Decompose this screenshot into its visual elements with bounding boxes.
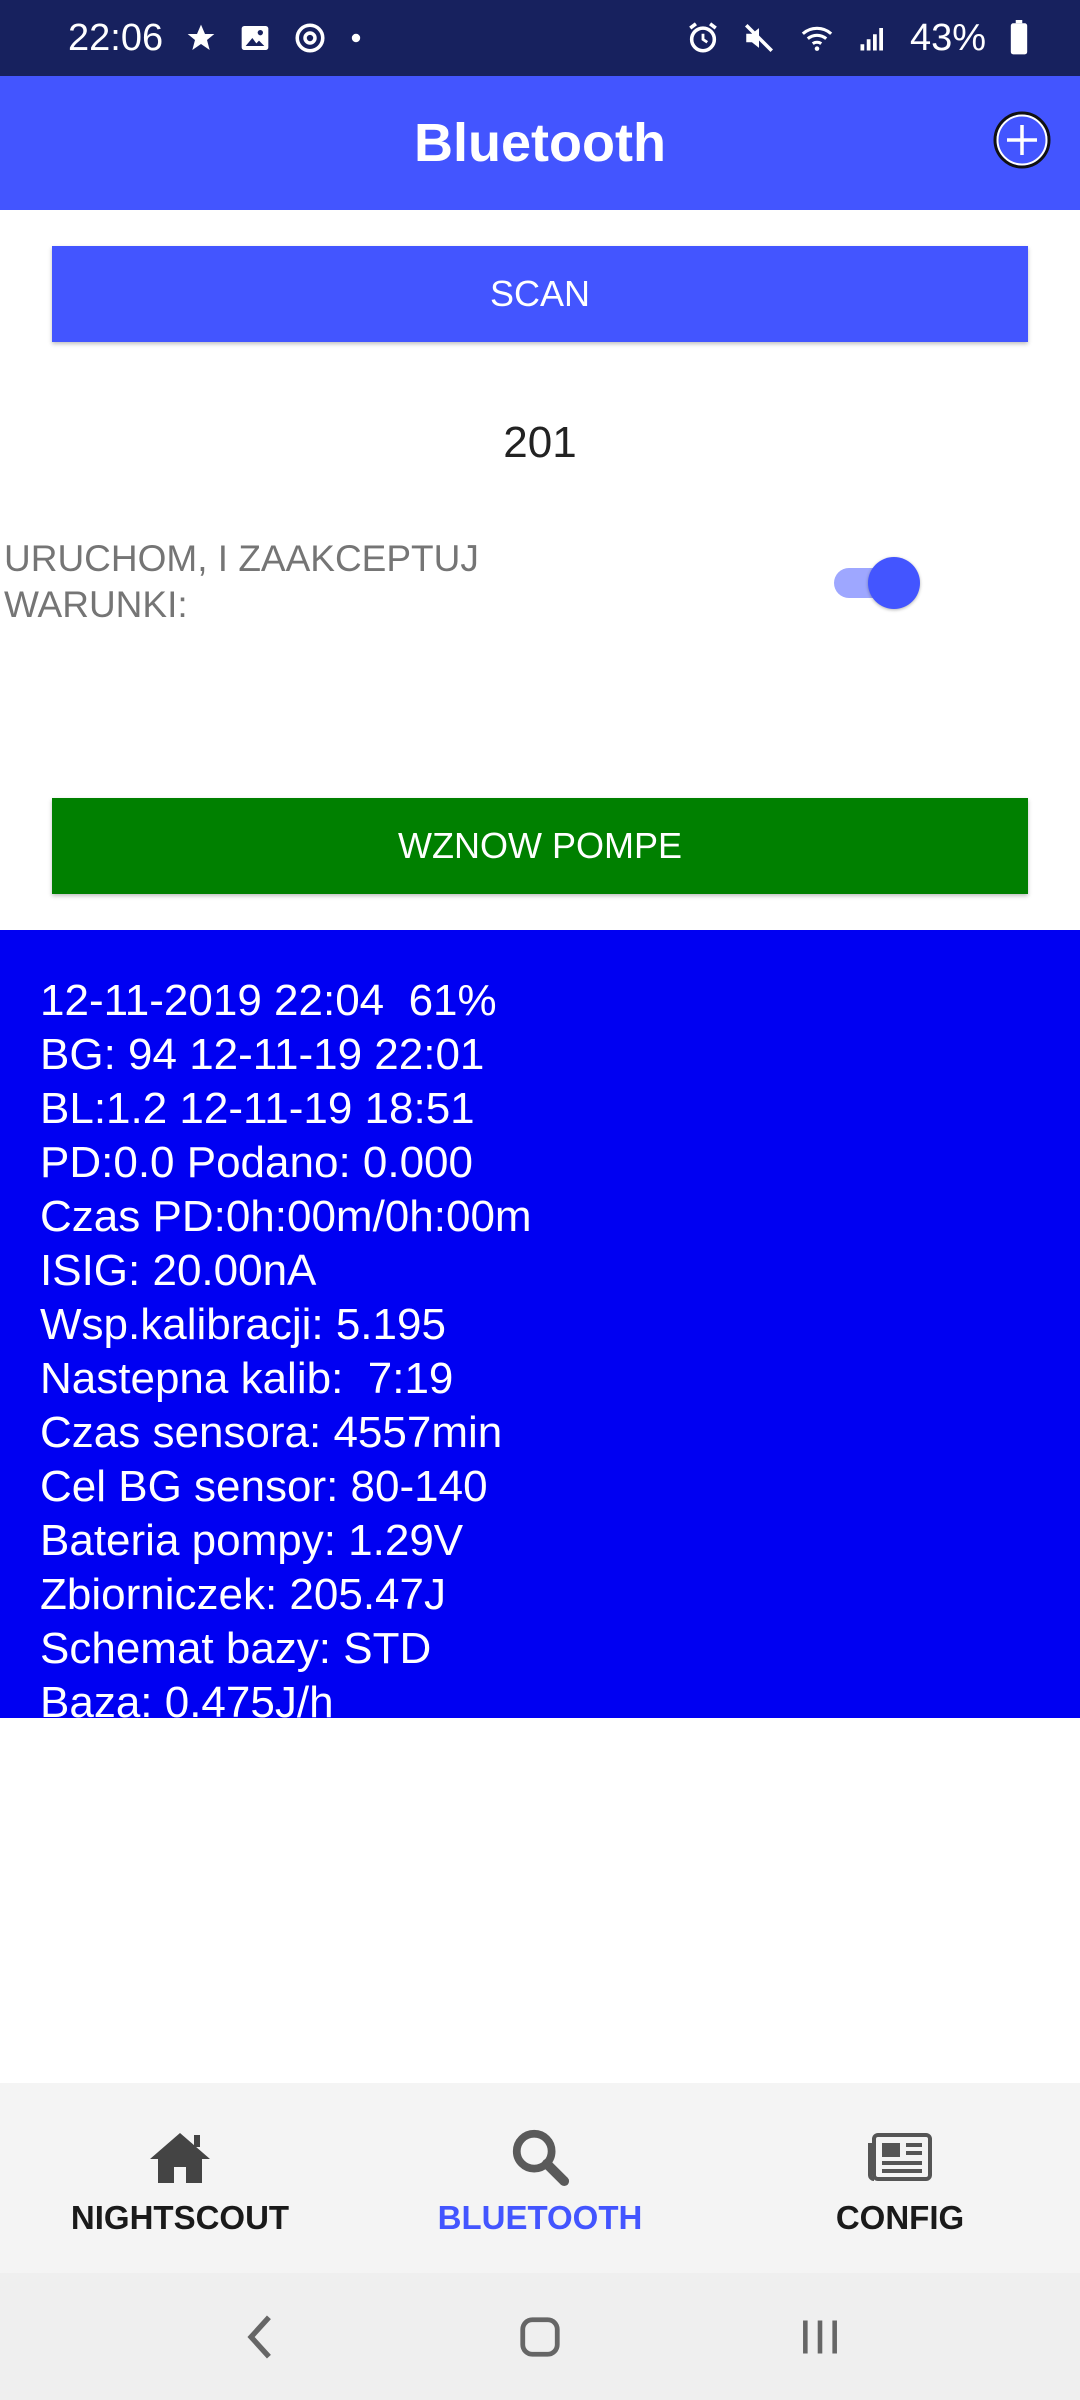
toggle-thumb [868, 557, 920, 609]
info-line: Cel BG sensor: 80-140 [40, 1462, 488, 1511]
home-button[interactable] [500, 2297, 580, 2377]
add-circle-icon [993, 111, 1051, 169]
consent-toggle[interactable] [834, 552, 920, 612]
nav-item-bluetooth[interactable]: BLUETOOTH [360, 2083, 720, 2273]
dot-icon [349, 31, 363, 45]
back-button[interactable] [220, 2297, 300, 2377]
add-button[interactable] [988, 106, 1056, 174]
nav-label: NIGHTSCOUT [70, 2199, 290, 2236]
status-right: 43% [686, 17, 1030, 60]
gallery-icon [239, 22, 271, 54]
wifi-icon [798, 21, 836, 55]
info-line: Zbiorniczek: 205.47J [40, 1570, 446, 1619]
mute-icon [742, 21, 776, 55]
star-icon [185, 22, 217, 54]
nav-item-nightscout[interactable]: NIGHTSCOUT [0, 2083, 360, 2273]
counter-value: 201 [503, 418, 577, 467]
newspaper-icon [868, 2125, 932, 2189]
info-line: Baza: 0.475J/h [40, 1678, 334, 1718]
signal-icon [858, 22, 888, 54]
at-sign-icon [293, 21, 327, 55]
consent-label: URUCHOM, I ZAAKCEPTUJ WARUNKI: [4, 538, 479, 625]
recents-icon [803, 2320, 837, 2353]
bottom-nav: NIGHTSCOUT BLUETOOTH CONFIG [0, 2083, 1080, 2273]
status-time: 22:06 [68, 16, 164, 59]
recents-button[interactable] [780, 2297, 860, 2377]
alarm-icon [686, 21, 720, 55]
info-line: Schemat bazy: STD [40, 1624, 432, 1673]
info-line: ISIG: 20.00nA [40, 1246, 317, 1295]
resume-pump-button[interactable]: WZNOW POMPE [52, 798, 1028, 894]
info-line: Czas PD:0h:00m/0h:00m [40, 1192, 532, 1241]
info-line: 12-11-2019 22:04 61% [40, 976, 497, 1025]
search-icon [509, 2125, 571, 2189]
info-line: Wsp.kalibracji: 5.195 [40, 1300, 446, 1349]
info-line: Nastepna kalib: 7:19 [40, 1354, 454, 1403]
status-left: 22:06 [68, 17, 363, 60]
system-nav [0, 2273, 1080, 2400]
status-bar: 22:06 43% [0, 0, 1080, 76]
pump-status-panel[interactable]: 12-11-2019 22:04 61% BG: 94 12-11-19 22:… [0, 930, 1080, 1718]
home-icon [148, 2125, 212, 2189]
nav-label: BLUETOOTH [437, 2199, 643, 2236]
battery-icon [1008, 20, 1030, 56]
home-button-icon [520, 2316, 560, 2357]
back-icon [247, 2315, 271, 2358]
scan-button[interactable]: SCAN [52, 246, 1028, 342]
info-line: BL:1.2 12-11-19 18:51 [40, 1084, 475, 1133]
battery-percentage: 43% [909, 16, 986, 59]
info-line: Czas sensora: 4557min [40, 1408, 503, 1457]
info-line: BG: 94 12-11-19 22:01 [40, 1030, 485, 1079]
info-line: PD:0.0 Podano: 0.000 [40, 1138, 473, 1187]
page-title: Bluetooth [414, 113, 666, 173]
info-line: Bateria pompy: 1.29V [40, 1516, 464, 1565]
nav-label: CONFIG [835, 2199, 965, 2236]
app-bar: Bluetooth [0, 76, 1080, 210]
nav-item-config[interactable]: CONFIG [720, 2083, 1080, 2273]
